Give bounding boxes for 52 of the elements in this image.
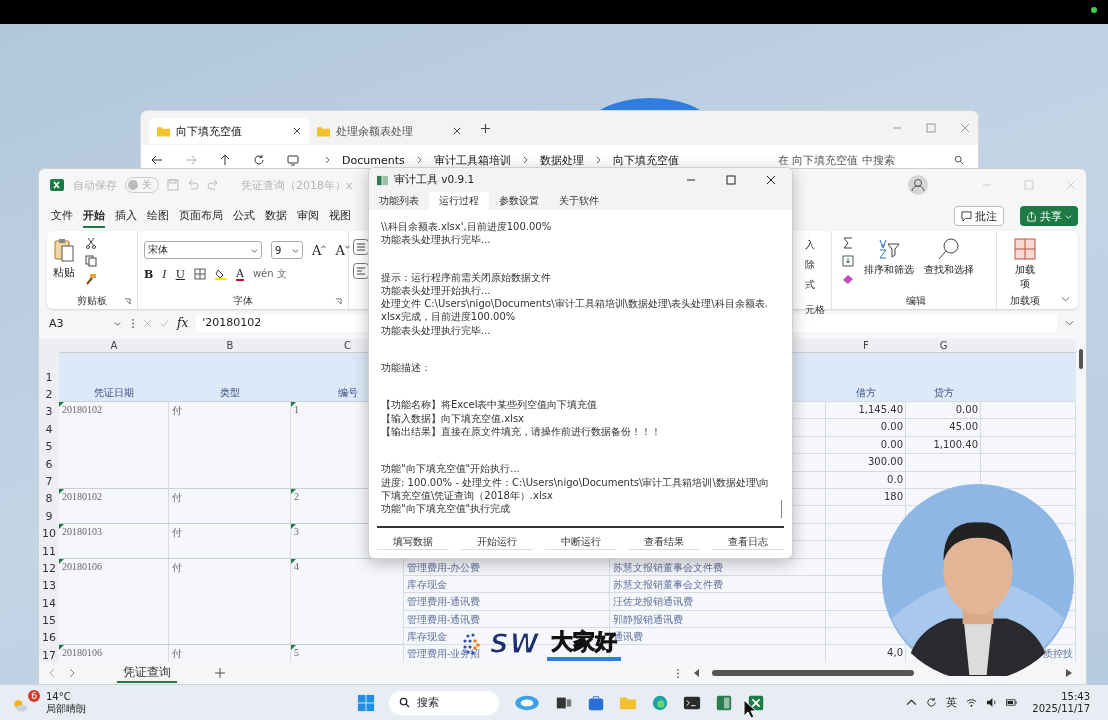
table-cell: 20180106 — [59, 644, 169, 662]
log-line: 功能表头处理开始执行... — [381, 283, 492, 298]
log-line: 提示：运行程序前需关闭原始数据文件 — [381, 270, 552, 284]
notification-badge: 6 — [28, 689, 40, 702]
log-line: 【输出结果】直接在原文件填充，请操作前进行数据备份！！！ — [381, 424, 662, 439]
weather-condition: 局部晴朗 — [46, 702, 86, 715]
table-cell: 库存现金 — [404, 574, 610, 593]
log-line: 功能表头处理执行完毕... — [381, 323, 492, 338]
table-cell: 付 — [169, 487, 291, 506]
table-cell: 管理费用-通讯费 — [404, 609, 610, 628]
table-cell: 300.00 — [826, 453, 906, 471]
table-cell: 付 — [169, 557, 291, 575]
group-label: 编辑 — [906, 294, 926, 308]
log-line: 功能描述： — [381, 361, 432, 375]
table-cell: 0.00 — [826, 418, 906, 436]
table-cell: 20180102 — [59, 487, 169, 506]
table-cell: 汪佐龙报销通讯费 — [610, 592, 826, 610]
table-cell: 4,0 — [826, 644, 906, 662]
table-cell: 20180102 — [59, 401, 169, 419]
log-line: 功能"向下填充空值"开始执行... — [381, 462, 521, 476]
group-label: 字体 — [233, 294, 253, 308]
dialog-title: 审计工具 v0.9.1 — [394, 173, 475, 187]
tab-label: 向下填充空值 — [176, 123, 243, 139]
table-cell: 付 — [169, 522, 291, 541]
table-cell: 0.0 — [826, 470, 906, 488]
table-cell: 180 — [826, 487, 906, 506]
log-line: \\科目余额表.xlsx',目前进度100.00% — [381, 220, 553, 234]
table-cell: 45.00 — [906, 418, 981, 436]
group-label: 元格 — [805, 303, 826, 317]
table-cell: 贷方 — [906, 384, 981, 401]
table-cell: 苏慧文报销董事会文件费 — [610, 574, 826, 593]
table-cell: 20180106 — [59, 557, 169, 575]
table-cell: 0.00 — [826, 435, 906, 454]
table-cell: 类型 — [169, 384, 291, 401]
table-cell: 1,145.40 — [826, 401, 906, 419]
table-cell: 管理费用-通讯费 — [404, 592, 610, 610]
table-cell: 20180103 — [59, 522, 169, 541]
temperature-text: 14°C — [46, 690, 72, 703]
table-cell: 凭证日期 — [59, 384, 169, 401]
log-line: 功能表头处理执行完毕... — [381, 233, 492, 247]
group-label: 剪贴板 — [77, 294, 107, 308]
table-cell: 1,100.40 — [906, 435, 981, 454]
table-cell: 借方 — [826, 384, 906, 401]
table-cell: 郭静报销通讯费 — [610, 609, 826, 628]
tab-label: 处理余额表处理 — [336, 123, 414, 139]
table-cell: 5 — [291, 644, 404, 662]
table-cell: 付 — [169, 644, 291, 662]
table-cell: 0.00 — [906, 401, 981, 419]
autosave-label: 自动保存 — [73, 177, 117, 193]
table-cell: 付 — [169, 401, 291, 419]
log-line: 处理文件 C:\Users\nigo\Documents\审计工具箱培训\数据处理\表头处理\科目余额表.xlsx完成，目前进度100.00% — [381, 297, 769, 324]
group-label: 加载项 — [1010, 294, 1040, 308]
